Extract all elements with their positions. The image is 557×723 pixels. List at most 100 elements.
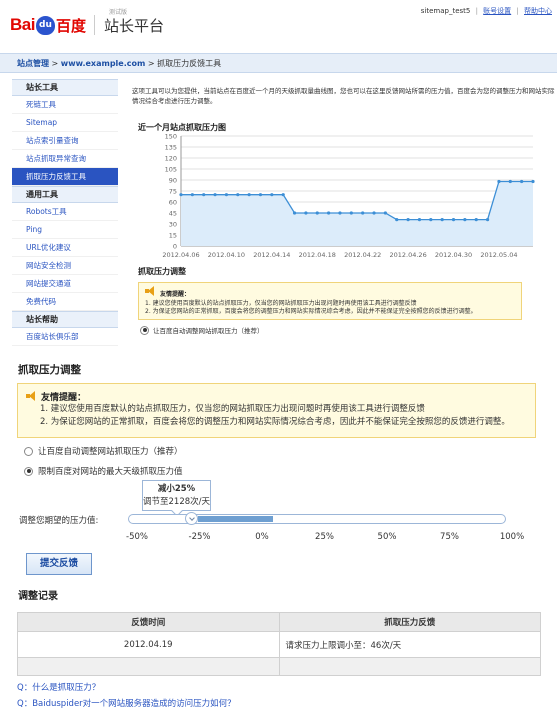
column-header: 反馈时间 bbox=[17, 612, 280, 632]
radio-icon[interactable] bbox=[24, 466, 33, 476]
breadcrumb-arrow: > bbox=[51, 59, 59, 68]
data-point bbox=[179, 193, 183, 197]
intro-text: 这项工具可以为您提供，当前站点在百度近一个月的天级抓取量曲线图，您也可以在这里反… bbox=[132, 87, 555, 105]
sidebar-item-robots[interactable]: Robots工具 bbox=[12, 203, 118, 221]
data-point bbox=[451, 218, 456, 222]
y-tick-label: 60 bbox=[169, 199, 177, 207]
radio-icon[interactable] bbox=[24, 446, 33, 456]
table-row-empty bbox=[17, 657, 541, 676]
tooltip-target: 调节至2128次/天 bbox=[143, 497, 210, 507]
mini-tip-line: 2. 为保证您网站的正常抓取，百度会将您的调整压力和网站实际情况综合考虑，因此并… bbox=[145, 308, 477, 315]
sidebar-item-ping[interactable]: Ping bbox=[12, 221, 118, 239]
mini-tip-box: 友情提醒： 1. 建议您使用百度默认的站点抓取压力，仅当您的网站抓取压力出现问题… bbox=[138, 282, 522, 320]
tip-line: 1. 建议您使用百度默认的站点抓取压力，仅当您的网站抓取压力出现问题时再使用该工… bbox=[40, 404, 425, 414]
data-point bbox=[236, 193, 240, 197]
sidebar-group-title: 站长帮助 bbox=[12, 311, 118, 328]
faq-link[interactable]: Q：Baiduspider对一个网站服务器造成的访问压力如何？ bbox=[17, 697, 236, 709]
sidebar-group-title: 站长工具 bbox=[12, 79, 118, 96]
tip-line: 2. 为保证您网站的正常抓取，百度会将您的调整压力和网站实际情况综合考虑，因此并… bbox=[40, 417, 510, 427]
y-tick-label: 30 bbox=[169, 221, 177, 229]
pressure-slider-fill bbox=[198, 516, 273, 522]
mini-radio-auto[interactable]: 让百度自动调整网站抓取压力（推荐） bbox=[140, 325, 264, 335]
radio-limit-pressure[interactable]: 限制百度对网站的最大天级抓取压力值 bbox=[24, 465, 183, 477]
data-point bbox=[270, 193, 274, 197]
sidebar-item-url-advice[interactable]: URL优化建议 bbox=[12, 239, 118, 257]
data-point bbox=[338, 211, 342, 215]
help-center-link[interactable]: 帮助中心 bbox=[524, 7, 552, 15]
data-point bbox=[417, 218, 422, 222]
data-point bbox=[474, 218, 478, 222]
x-tick-label: 2012.04.26 bbox=[389, 251, 426, 259]
data-point bbox=[202, 193, 206, 197]
data-point bbox=[463, 218, 467, 222]
sidebar-item-free-code[interactable]: 免费代码 bbox=[12, 293, 118, 311]
y-tick-label: 120 bbox=[165, 155, 177, 163]
data-point bbox=[315, 211, 319, 215]
sidebar-item-club[interactable]: 百度站长俱乐部 bbox=[12, 328, 118, 346]
data-point bbox=[224, 193, 229, 197]
paw-icon: du bbox=[35, 15, 55, 35]
submit-feedback-button[interactable]: 提交反馈 bbox=[26, 553, 92, 575]
tooltip-percent: 减小25% bbox=[157, 484, 196, 494]
speaker-icon bbox=[145, 286, 156, 296]
breadcrumb-root-link[interactable]: 站点管理 bbox=[17, 59, 49, 68]
slider-tick-label: 25% bbox=[315, 532, 334, 542]
sidebar-item-crawl-errors[interactable]: 站点抓取异常查询 bbox=[12, 150, 118, 168]
sidebar-item-index-query[interactable]: 站点索引量查询 bbox=[12, 132, 118, 150]
faq-link[interactable]: Q：什么是抓取压力？ bbox=[17, 681, 100, 693]
breadcrumb: 站点管理 > www.example.com > 抓取压力反馈工具 bbox=[0, 53, 557, 73]
x-tick-label: 2012.04.30 bbox=[435, 251, 472, 259]
radio-auto-adjust[interactable]: 让百度自动调整网站抓取压力（推荐） bbox=[24, 445, 183, 457]
data-point bbox=[292, 211, 297, 215]
y-tick-label: 75 bbox=[169, 188, 177, 196]
data-point bbox=[485, 218, 490, 222]
data-point bbox=[213, 193, 217, 197]
data-point bbox=[383, 211, 387, 215]
mini-tip-line: 1. 建议您使用百度默认的站点抓取压力，仅当您的网站抓取压力出现问题时再使用该工… bbox=[145, 299, 417, 307]
sidebar-item-crawl-pressure[interactable]: 抓取压力反馈工具 bbox=[12, 168, 118, 186]
data-point bbox=[361, 211, 365, 215]
account-settings-link[interactable]: 账号设置 bbox=[483, 7, 511, 15]
username: sitemap_test5 bbox=[420, 7, 471, 15]
slider-ticks: -50% -25% 0% 25% 50% 75% 100% bbox=[120, 532, 530, 544]
sidebar-group-title: 通用工具 bbox=[12, 186, 118, 203]
x-tick-label: 2012.04.06 bbox=[162, 251, 199, 259]
pressure-slider-handle[interactable] bbox=[185, 512, 198, 525]
slider-tick-label: -25% bbox=[188, 532, 211, 542]
data-point bbox=[327, 211, 331, 215]
sidebar-item-security-check[interactable]: 网站安全检测 bbox=[12, 257, 118, 275]
sidebar-item-submit-channel[interactable]: 网站提交通道 bbox=[12, 275, 118, 293]
data-point bbox=[429, 218, 433, 222]
data-point bbox=[520, 179, 524, 184]
baidu-logo[interactable]: Bai du 百度 站长平台 测试版 bbox=[10, 9, 164, 40]
breadcrumb-current: 抓取压力反馈工具 bbox=[157, 59, 222, 68]
crawl-pressure-chart: 0 15 30 45 60 75 90 105 120 135 150 2012.04.06 2012.… bbox=[162, 133, 535, 259]
top-links: sitemap_test5 | 账号设置 | 帮助中心 bbox=[421, 6, 552, 16]
column-header: 抓取压力反馈 bbox=[278, 612, 541, 632]
speaker-icon bbox=[26, 391, 37, 401]
data-point bbox=[281, 193, 285, 197]
header: Bai du 百度 站长平台 测试版 sitemap_test5 | 账号设置 … bbox=[0, 0, 557, 48]
y-tick-label: 90 bbox=[169, 177, 177, 185]
mini-tip-title: 友情提醒： bbox=[160, 291, 191, 298]
radio-icon[interactable] bbox=[140, 325, 149, 335]
slider-tick-label: 50% bbox=[377, 532, 397, 542]
table-header-row: 反馈时间 抓取压力反馈 bbox=[17, 612, 541, 632]
x-tick-label: 2012.04.10 bbox=[208, 251, 245, 259]
radio-auto-label: 让百度自动调整网站抓取压力（推荐） bbox=[38, 447, 183, 457]
data-point bbox=[531, 179, 535, 184]
sidebar-item-dead-links[interactable]: 死链工具 bbox=[12, 96, 118, 114]
breadcrumb-site-link[interactable]: www.example.com bbox=[61, 59, 146, 68]
breadcrumb-arrow: > bbox=[147, 59, 155, 68]
x-tick-label: 2012.04.14 bbox=[253, 251, 290, 259]
data-point bbox=[406, 218, 410, 222]
slider-tick-label: 100% bbox=[499, 532, 525, 542]
sidebar: 站长工具 死链工具 Sitemap 站点索引量查询 站点抓取异常查询 抓取压力反… bbox=[12, 79, 118, 346]
data-point bbox=[497, 179, 501, 184]
data-point bbox=[190, 193, 194, 197]
sidebar-item-sitemap[interactable]: Sitemap bbox=[12, 114, 118, 132]
table-cell: 2012.04.19 bbox=[17, 631, 280, 658]
logo-bai-text: Bai bbox=[10, 15, 35, 34]
y-tick-label: 105 bbox=[165, 166, 177, 174]
table-cell bbox=[278, 657, 541, 676]
